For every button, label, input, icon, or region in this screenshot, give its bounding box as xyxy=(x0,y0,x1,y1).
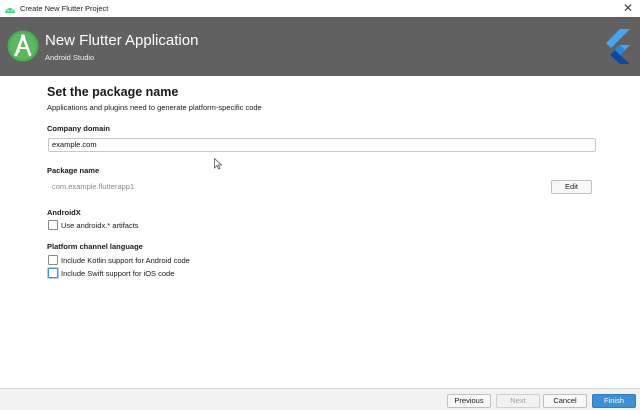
swift-checkbox-label: Include Swift support for iOS code xyxy=(61,268,175,278)
header-title: New Flutter Application xyxy=(45,32,199,49)
mouse-cursor-icon xyxy=(214,158,222,170)
window-title: Create New Flutter Project xyxy=(20,4,109,13)
androidx-label: AndroidX xyxy=(47,208,81,217)
wizard-footer: Previous Next Cancel Finish xyxy=(0,388,640,410)
finish-button[interactable]: Finish xyxy=(592,394,636,408)
page-title: Set the package name xyxy=(47,85,179,99)
kotlin-option[interactable]: Include Kotlin support for Android code xyxy=(48,255,190,265)
wizard-content: Set the package name Applications and pl… xyxy=(0,76,640,388)
company-domain-input[interactable] xyxy=(48,138,596,152)
company-domain-label: Company domain xyxy=(47,124,110,133)
androidx-checkbox[interactable] xyxy=(48,220,58,230)
swift-checkbox[interactable] xyxy=(48,268,58,278)
next-button[interactable]: Next xyxy=(496,394,540,408)
cancel-button[interactable]: Cancel xyxy=(543,394,587,408)
swift-option[interactable]: Include Swift support for iOS code xyxy=(48,268,174,278)
android-studio-icon xyxy=(7,30,39,62)
edit-package-button[interactable]: Edit xyxy=(551,180,592,194)
previous-button[interactable]: Previous xyxy=(447,394,491,408)
platform-channel-label: Platform channel language xyxy=(47,242,143,251)
close-window-button[interactable]: ✕ xyxy=(622,1,634,15)
androidx-option[interactable]: Use androidx.* artifacts xyxy=(48,220,139,230)
header-banner: New Flutter Application Android Studio xyxy=(0,17,640,76)
package-name-value: com.example.flutterapp1 xyxy=(52,182,135,191)
header-subtitle: Android Studio xyxy=(45,53,95,62)
kotlin-checkbox[interactable] xyxy=(48,255,58,265)
page-description: Applications and plugins need to generat… xyxy=(47,103,262,112)
flutter-logo-icon xyxy=(606,29,630,64)
kotlin-checkbox-label: Include Kotlin support for Android code xyxy=(61,255,190,265)
window-titlebar: Create New Flutter Project ✕ xyxy=(0,0,640,17)
package-name-label: Package name xyxy=(47,166,100,175)
android-studio-small-icon xyxy=(5,7,15,13)
androidx-checkbox-label: Use androidx.* artifacts xyxy=(61,220,139,230)
